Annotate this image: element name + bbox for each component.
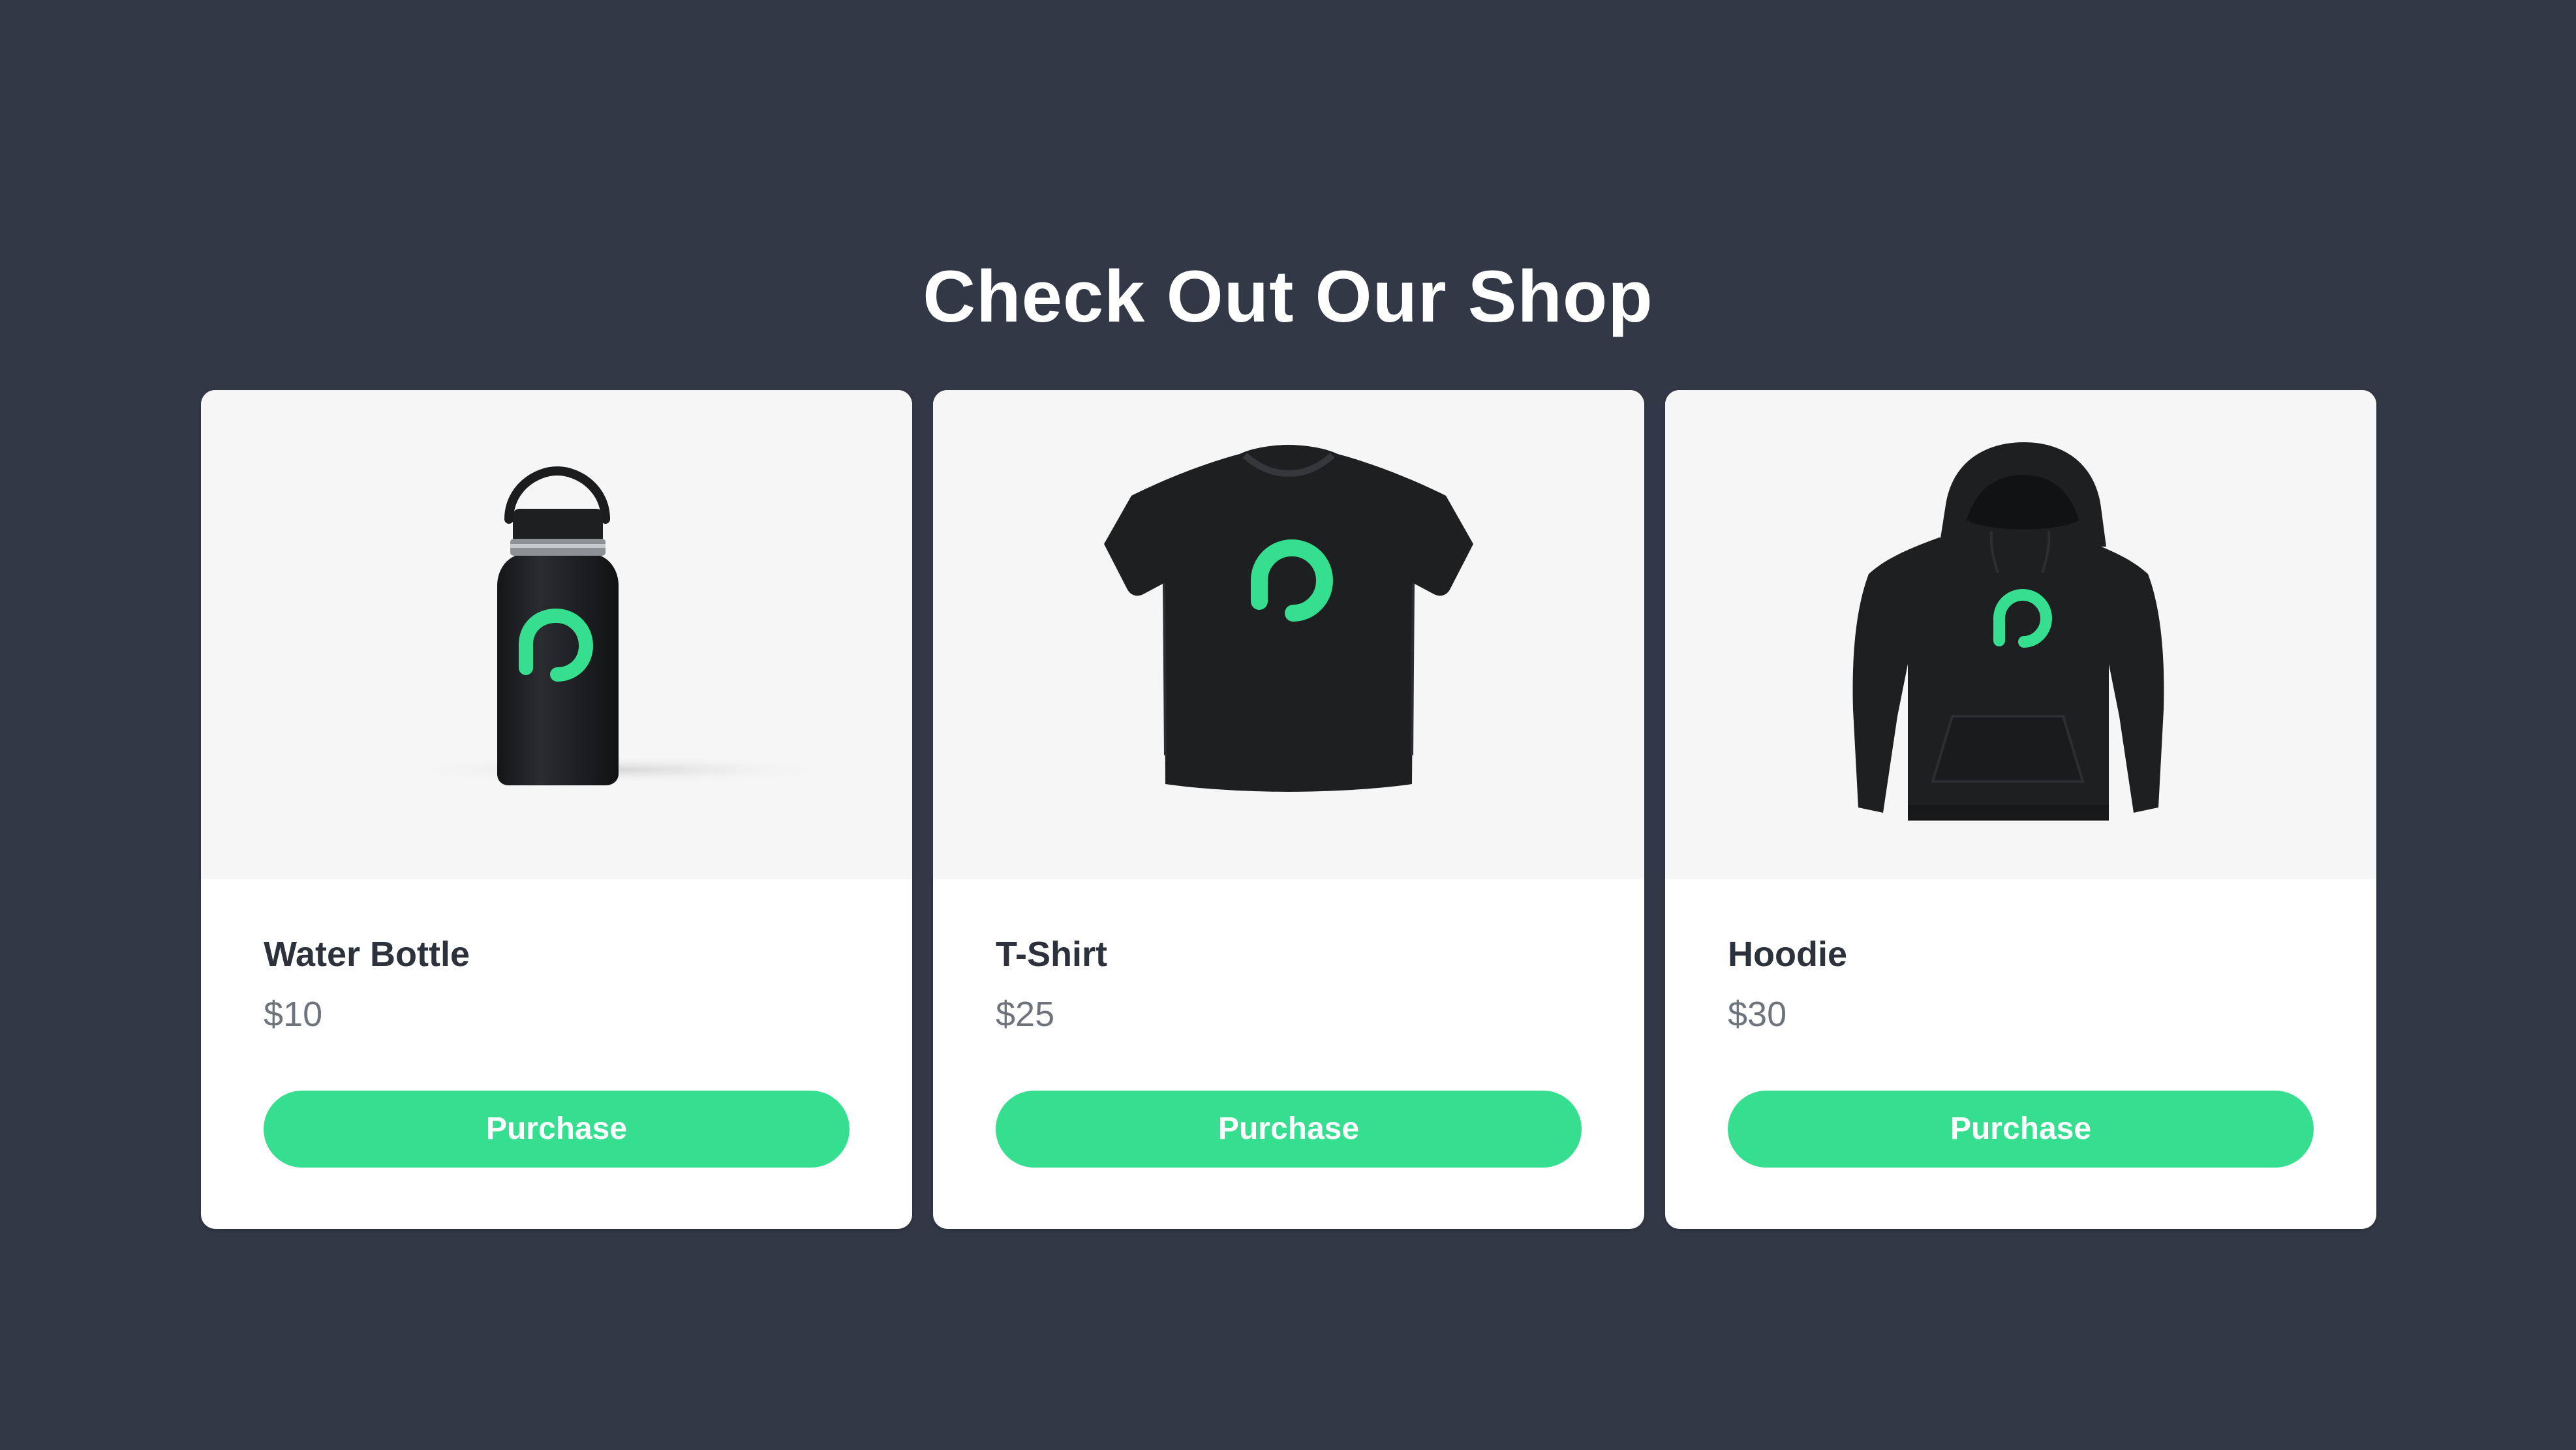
product-card-water-bottle: Water Bottle $10 Purchase <box>201 390 912 1229</box>
product-name: Hoodie <box>1728 935 1847 974</box>
product-image <box>1665 390 2376 879</box>
purchase-button[interactable]: Purchase <box>264 1091 850 1168</box>
water-bottle-image <box>397 466 840 785</box>
product-name: T-Shirt <box>996 935 1107 974</box>
product-card-t-shirt: T-Shirt $25 Purchase <box>933 390 1644 1229</box>
t-shirt-image <box>1104 445 1473 792</box>
product-price: $30 <box>1728 995 1787 1034</box>
product-price: $10 <box>264 995 323 1034</box>
product-grid: Water Bottle $10 Purchase T-Shirt $25 Pu… <box>201 390 2376 1229</box>
product-price: $25 <box>996 995 1055 1034</box>
purchase-button[interactable]: Purchase <box>1728 1091 2314 1168</box>
product-name: Water Bottle <box>264 935 470 974</box>
hoodie-image <box>1852 442 2164 821</box>
product-image <box>933 390 1644 879</box>
purchase-button[interactable]: Purchase <box>996 1091 1582 1168</box>
page-title: Check Out Our Shop <box>923 256 1653 338</box>
product-card-hoodie: Hoodie $30 Purchase <box>1665 390 2376 1229</box>
product-image <box>201 390 912 879</box>
